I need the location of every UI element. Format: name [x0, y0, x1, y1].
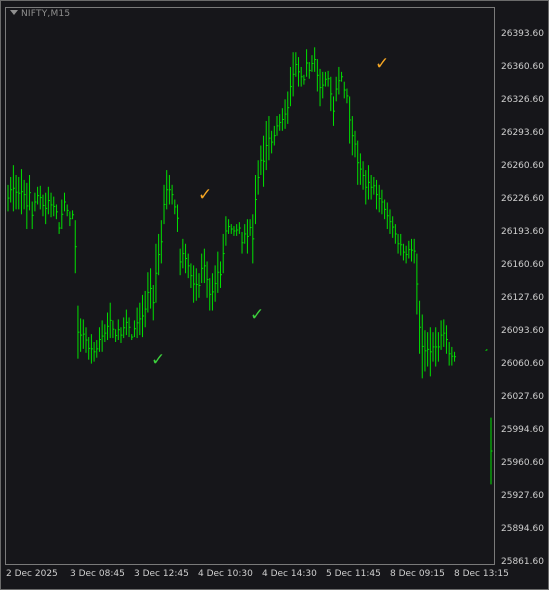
y-tick: 26160.60 — [501, 260, 544, 270]
check-orange-icon[interactable]: ✓ — [198, 187, 212, 204]
y-tick: 26326.60 — [501, 95, 544, 105]
x-tick: 4 Dec 14:30 — [262, 569, 317, 579]
check-green-icon[interactable]: ✓ — [250, 307, 264, 324]
y-tick: 26093.60 — [501, 326, 544, 336]
check-green-icon[interactable]: ✓ — [151, 352, 165, 369]
y-tick: 26293.60 — [501, 128, 544, 138]
x-tick: 8 Dec 09:15 — [390, 569, 445, 579]
triangle-down-icon[interactable] — [10, 10, 18, 15]
y-tick: 25894.60 — [501, 524, 544, 534]
y-tick: 26226.60 — [501, 194, 544, 204]
y-tick: 25960.60 — [501, 458, 544, 468]
x-tick: 2 Dec 2025 — [6, 569, 58, 579]
y-tick: 25927.60 — [501, 491, 544, 501]
symbol-label[interactable]: NIFTY,M15 — [10, 9, 70, 19]
y-tick: 25994.60 — [501, 425, 544, 435]
symbol-text: NIFTY,M15 — [21, 9, 71, 19]
x-tick: 8 Dec 13:15 — [454, 569, 509, 579]
x-tick: 5 Dec 11:45 — [326, 569, 381, 579]
y-tick: 26127.60 — [501, 293, 544, 303]
x-tick: 3 Dec 12:45 — [134, 569, 189, 579]
y-tick: 26360.60 — [501, 62, 544, 72]
y-tick: 26393.60 — [501, 29, 544, 39]
x-tick: 4 Dec 10:30 — [198, 569, 253, 579]
y-tick: 25861.60 — [501, 557, 544, 567]
check-orange-icon[interactable]: ✓ — [375, 56, 389, 73]
y-tick: 26260.60 — [501, 161, 544, 171]
y-tick: 26193.60 — [501, 227, 544, 237]
y-tick: 26060.60 — [501, 359, 544, 369]
x-tick: 3 Dec 08:45 — [70, 569, 125, 579]
price-chart[interactable] — [0, 0, 549, 590]
y-tick: 26027.60 — [501, 392, 544, 402]
